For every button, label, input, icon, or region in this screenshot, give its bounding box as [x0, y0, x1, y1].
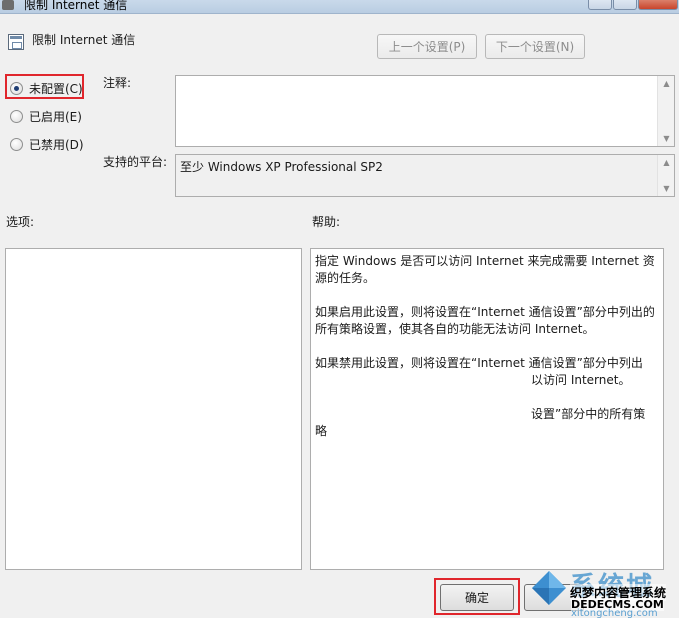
app-icon — [2, 0, 14, 10]
radio-unchecked-icon[interactable] — [10, 110, 23, 123]
radio-not-configured[interactable]: 未配置(C) — [10, 80, 83, 97]
platform-field: 至少 Windows XP Professional SP2 ▲ ▼ — [175, 154, 675, 197]
prev-setting-button[interactable]: 上一个设置(P) — [377, 34, 477, 59]
radio-disabled[interactable]: 已禁用(D) — [10, 136, 84, 153]
options-section-label: 选项: — [6, 215, 35, 229]
watermark-logo — [532, 571, 566, 605]
scroll-down-icon[interactable]: ▼ — [658, 184, 675, 193]
scroll-up-icon[interactable]: ▲ — [658, 158, 675, 167]
radio-unchecked-icon[interactable] — [10, 138, 23, 151]
scroll-up-icon[interactable]: ▲ — [658, 79, 675, 88]
help-panel: 指定 Windows 是否可以访问 Internet 来完成需要 Interne… — [310, 248, 664, 570]
radio-not-configured-label: 未配置(C) — [29, 82, 83, 96]
close-button[interactable] — [638, 0, 678, 10]
watermark-line3: xitongcheng.com — [571, 608, 658, 618]
comment-scrollbar[interactable]: ▲ ▼ — [657, 76, 674, 146]
help-section-label: 帮助: — [312, 215, 341, 229]
title-bar: 限制 Internet 通信 — [0, 0, 679, 14]
platform-value: 至少 Windows XP Professional SP2 — [180, 160, 383, 174]
scroll-down-icon[interactable]: ▼ — [658, 134, 675, 143]
help-text: 指定 Windows 是否可以访问 Internet 来完成需要 Interne… — [315, 254, 655, 438]
window-title: 限制 Internet 通信 — [24, 0, 128, 12]
ok-button[interactable]: 确定 — [440, 584, 514, 611]
policy-name: 限制 Internet 通信 — [32, 33, 136, 47]
radio-checked-icon[interactable] — [10, 82, 23, 95]
platform-scrollbar[interactable]: ▲ ▼ — [657, 155, 674, 196]
options-panel — [5, 248, 302, 570]
comment-label: 注释: — [103, 76, 132, 90]
radio-enabled-label: 已启用(E) — [29, 110, 82, 124]
minimize-button[interactable] — [588, 0, 612, 10]
maximize-button[interactable] — [613, 0, 637, 10]
radio-disabled-label: 已禁用(D) — [29, 138, 84, 152]
policy-icon — [8, 34, 24, 50]
comment-textarea[interactable]: ▲ ▼ — [175, 75, 675, 147]
platform-label: 支持的平台: — [103, 155, 168, 169]
radio-enabled[interactable]: 已启用(E) — [10, 108, 82, 125]
next-setting-button[interactable]: 下一个设置(N) — [485, 34, 585, 59]
